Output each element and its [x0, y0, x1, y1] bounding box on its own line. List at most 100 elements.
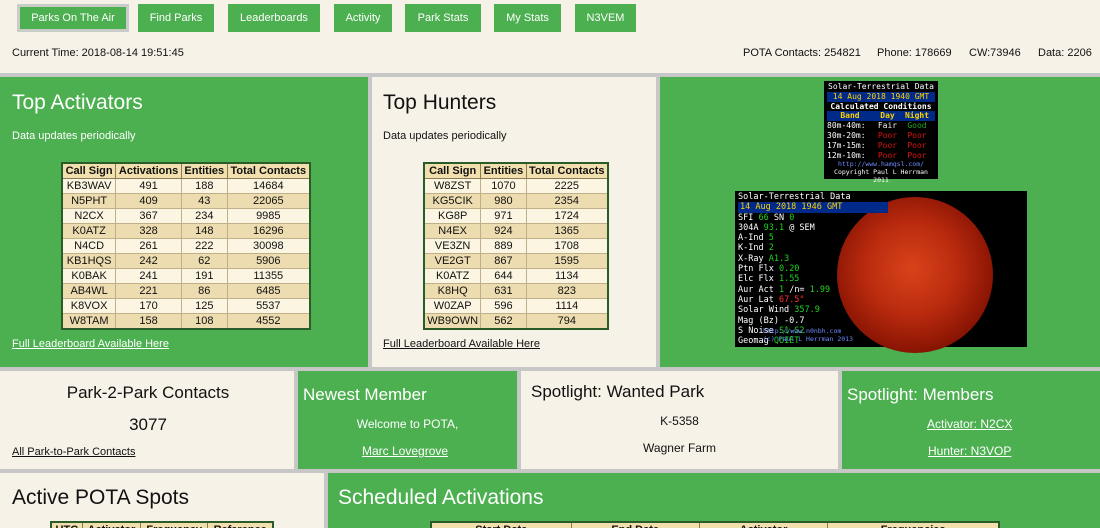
column-header[interactable]: Total Contacts	[226, 162, 311, 179]
p2p-link[interactable]: All Park-to-Park Contacts	[12, 446, 135, 458]
night-header: Night	[904, 111, 930, 121]
band-night: Poor	[907, 130, 927, 140]
active-spots-table: UTCActivatorFrequencyReference	[50, 521, 274, 528]
column-header[interactable]: Total Contacts	[525, 162, 609, 179]
table-row: W0ZAP 596 1114	[423, 298, 609, 314]
solar-big-text: Solar-Terrestrial Data 14 Aug 2018 1946 …	[738, 192, 888, 346]
column-header[interactable]: Activator	[81, 521, 142, 528]
reading-label: SN	[768, 212, 790, 223]
solar-reading: SFI 66 SN 0	[738, 213, 888, 223]
column-header[interactable]: Entities	[180, 162, 228, 179]
hunters-leaderboard-link[interactable]: Full Leaderboard Available Here	[383, 338, 540, 350]
newest-member-title: Newest Member	[303, 385, 427, 404]
table-cell: 823	[525, 283, 609, 299]
table-cell: 43	[180, 193, 228, 209]
table-cell: 148	[180, 223, 228, 239]
table-cell: N4CD	[61, 238, 117, 254]
table-cell: 191	[180, 268, 228, 284]
nav-leaderboards[interactable]: Leaderboards	[228, 4, 320, 32]
spotlight-hunter-link[interactable]: Hunter: N3VOP	[928, 444, 1011, 458]
column-header[interactable]: Call Sign	[423, 162, 482, 179]
table-row: K0ATZ 328 148 16296	[61, 223, 311, 239]
column-header[interactable]: Frequency	[140, 521, 209, 528]
table-cell: 328	[115, 223, 182, 239]
table-cell: 980	[480, 193, 527, 209]
solar-reading: K-Ind 2	[738, 243, 888, 253]
solar-big-copyright: (c) Paul L Herrman 2013	[763, 335, 854, 343]
spotlight-activator-link[interactable]: Activator: N2CX	[927, 417, 1012, 431]
nav-parks-on-the-air[interactable]: Parks On The Air	[17, 4, 129, 32]
table-cell: KB3WAV	[61, 178, 117, 194]
solar-terrestrial-widget: Solar-Terrestrial Data 14 Aug 2018 1946 …	[735, 191, 1027, 353]
reading-value: 67.5°	[778, 294, 805, 305]
table-row: KB3WAV 491 188 14684	[61, 178, 311, 194]
reading-value: -0.7	[784, 315, 805, 326]
band-row: 17m-15m: Poor Poor	[827, 141, 935, 151]
nav-callsign[interactable]: N3VEM	[575, 4, 636, 32]
active-spots-title: Active POTA Spots	[12, 486, 190, 509]
solar-reading: X-Ray A1.3	[738, 254, 888, 264]
reading-label: 304A	[738, 222, 764, 233]
nav-find-parks[interactable]: Find Parks	[138, 4, 214, 32]
active-spots-panel: Active POTA Spots UTCActivatorFrequencyR…	[0, 473, 324, 528]
table-cell: 22065	[226, 193, 311, 209]
solar-panel: Solar-Terrestrial Data 14 Aug 2018 1940 …	[660, 77, 1100, 367]
column-header[interactable]: Start Date	[430, 521, 572, 528]
table-cell: 222	[180, 238, 228, 254]
solar-big-url: http://www.n0nbh.com	[763, 327, 842, 335]
reading-label: SFI	[738, 212, 759, 223]
band-day: Fair	[877, 121, 898, 131]
band-row: 12m-10m: Poor Poor	[827, 151, 935, 161]
column-header[interactable]: Reference	[207, 521, 274, 528]
column-header[interactable]: Activator	[698, 521, 829, 528]
table-row: N5PHT 409 43 22065	[61, 193, 311, 209]
table-cell: AB4WL	[61, 283, 117, 299]
reading-value: 1.99	[809, 284, 831, 295]
solar-reading: Mag (Bz) -0.7	[738, 316, 888, 326]
table-row: KG5CIK 980 2354	[423, 193, 609, 209]
band-day: Poor	[877, 150, 898, 160]
p2p-count: 3077	[129, 415, 167, 434]
table-cell: K0ATZ	[423, 268, 482, 284]
table-cell: KB1HQS	[61, 253, 117, 269]
reading-value: 0	[789, 212, 795, 223]
reading-value: 93.1	[763, 222, 785, 233]
newest-member-name[interactable]: Marc Lovegrove	[362, 444, 448, 458]
nav-activity[interactable]: Activity	[334, 4, 392, 32]
table-row: KB1HQS 242 62 5906	[61, 253, 311, 269]
members-spotlight-panel: Spotlight: Members Activator: N2CX Hunte…	[842, 371, 1100, 469]
scheduled-activations-panel: Scheduled Activations Start DateEnd Date…	[328, 473, 1100, 528]
column-header[interactable]: Frequencies	[827, 521, 1000, 528]
table-cell: 596	[480, 298, 527, 314]
reading-value: 5	[768, 233, 774, 244]
column-header[interactable]: UTC	[50, 521, 83, 528]
table-cell: 971	[480, 208, 527, 224]
table-cell: 14684	[226, 178, 311, 194]
nav-my-stats[interactable]: My Stats	[494, 4, 561, 32]
solar-small-head: Band Day Night	[827, 111, 935, 122]
table-cell: 644	[480, 268, 527, 284]
band-night: Poor	[907, 140, 927, 150]
column-header[interactable]: Activations	[115, 162, 182, 179]
table-cell: 30098	[226, 238, 311, 254]
newest-member-panel: Newest Member Welcome to POTA, Marc Love…	[298, 371, 517, 469]
band-label: 12m-10m:	[827, 150, 866, 160]
table-row: WB9OWN 562 794	[423, 313, 609, 329]
column-header[interactable]: Entities	[480, 162, 527, 179]
table-cell: 9985	[226, 208, 311, 224]
table-cell: 2225	[525, 178, 609, 194]
activators-leaderboard-link[interactable]: Full Leaderboard Available Here	[12, 338, 169, 350]
top-activators-title: Top Activators	[12, 91, 143, 114]
table-cell: 11355	[226, 268, 311, 284]
table-cell: 4552	[226, 313, 311, 329]
table-cell: 241	[115, 268, 182, 284]
band-label: 17m-15m:	[827, 140, 866, 150]
nav-park-stats[interactable]: Park Stats	[405, 4, 481, 32]
band-day: Poor	[877, 140, 898, 150]
table-row: K8HQ 631 823	[423, 283, 609, 299]
column-header[interactable]: Call Sign	[61, 162, 117, 179]
table-cell: 1134	[525, 268, 609, 284]
table-cell: KG8P	[423, 208, 482, 224]
table-cell: 1595	[525, 253, 609, 269]
column-header[interactable]: End Date	[570, 521, 700, 528]
